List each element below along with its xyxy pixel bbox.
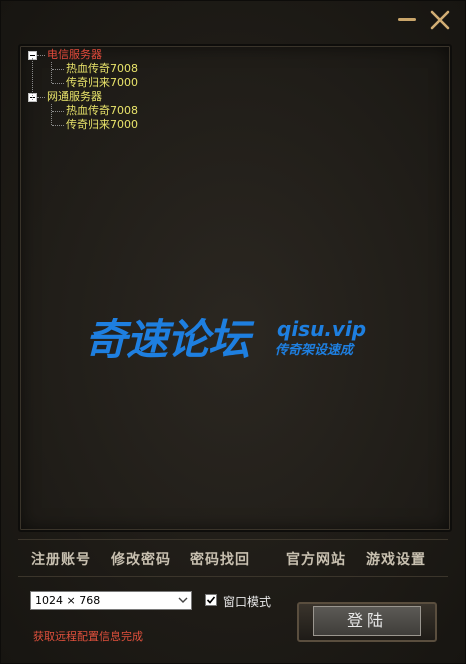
chevron-down-icon	[178, 597, 188, 603]
recover-password-link[interactable]: 密码找回	[190, 549, 250, 569]
official-site-link[interactable]: 官方网站	[286, 549, 346, 569]
check-icon	[206, 596, 216, 604]
watermark-main: 奇速论坛	[85, 315, 250, 364]
server-item-label[interactable]: 传奇归来7000	[66, 76, 138, 90]
close-icon[interactable]	[429, 9, 451, 31]
login-button[interactable]: 登陆	[313, 606, 421, 636]
watermark-sub: 传奇架设速成	[275, 343, 354, 358]
server-item-label[interactable]: 热血传奇7008	[66, 104, 138, 118]
game-settings-link[interactable]: 游戏设置	[366, 549, 426, 569]
watermark-url: qisu.vip	[277, 317, 367, 341]
title-bar[interactable]	[1, 1, 466, 37]
watermark-logo: 奇速论坛 qisu.vip 传奇架设速成	[85, 314, 385, 370]
resolution-value: 1024 × 768	[35, 594, 101, 607]
register-account-link[interactable]: 注册账号	[31, 549, 91, 569]
server-group-label[interactable]: 网通服务器	[47, 90, 102, 104]
server-group-label[interactable]: 电信服务器	[47, 48, 102, 62]
minimize-icon[interactable]	[396, 15, 418, 25]
server-item-label[interactable]: 热血传奇7008	[66, 62, 138, 76]
window-mode-label[interactable]: 窗口模式	[223, 593, 271, 610]
resolution-select[interactable]: 1024 × 768	[30, 591, 192, 610]
status-message: 获取远程配置信息完成	[33, 630, 143, 643]
server-item-label[interactable]: 传奇归来7000	[66, 118, 138, 132]
change-password-link[interactable]: 修改密码	[111, 549, 171, 569]
server-list-panel: 电信服务器 热血传奇7008 传奇归来7000 网通服务器 热血传奇7008 传…	[18, 44, 452, 532]
launcher-window: 电信服务器 热血传奇7008 传奇归来7000 网通服务器 热血传奇7008 传…	[0, 0, 466, 664]
window-mode-checkbox[interactable]	[205, 594, 217, 606]
link-bar: 注册账号 修改密码 密码找回 官方网站 游戏设置	[18, 539, 448, 577]
